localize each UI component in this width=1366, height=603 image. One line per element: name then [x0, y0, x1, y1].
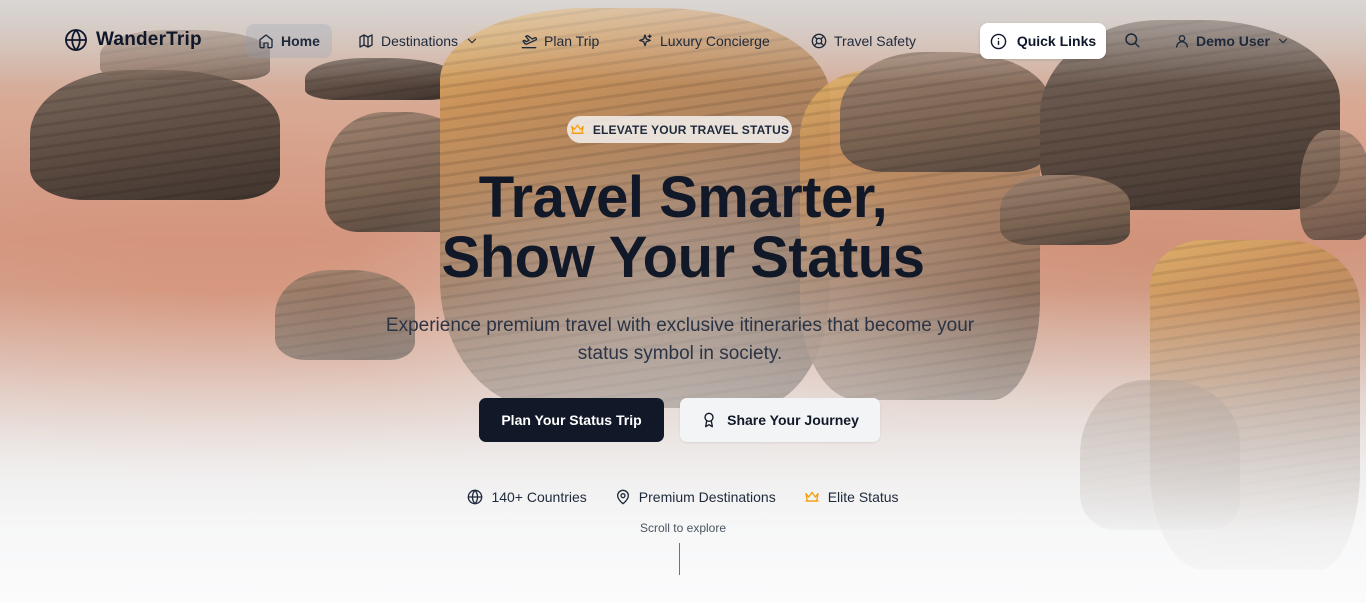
quick-links-label: Quick Links [1016, 33, 1097, 49]
nav-item-plan-trip[interactable]: Plan Trip [509, 24, 611, 58]
nav-item-label: Luxury Concierge [660, 33, 770, 49]
plane-icon [521, 35, 537, 49]
scroll-hint: Scroll to explore [639, 521, 727, 535]
nav-item-label: Plan Trip [544, 33, 600, 49]
crown-icon [805, 491, 819, 502]
hero-subtitle: Experience premium travel with exclusive… [385, 315, 975, 364]
feature-countries: 140+ Countries [467, 489, 587, 505]
user-menu[interactable]: Demo User [1168, 24, 1296, 58]
nav-item-destinations[interactable]: Destinations [346, 24, 491, 58]
plan-status-trip-button[interactable]: Plan Your Status Trip [479, 398, 664, 442]
crown-icon [571, 124, 584, 134]
feature-destinations: Premium Destinations [615, 489, 776, 505]
feature-elite-status: Elite Status [804, 489, 899, 505]
user-icon [1176, 35, 1188, 48]
status-badge: ELEVATE YOUR TRAVEL STATUS [567, 116, 792, 143]
user-name: Demo User [1196, 33, 1270, 49]
info-icon [990, 33, 1007, 49]
feature-label: 140+ Countries [491, 489, 587, 505]
globe-icon [65, 29, 87, 51]
button-label: Plan Your Status Trip [501, 412, 642, 428]
search-icon [1125, 33, 1140, 48]
quick-links-button[interactable]: Quick Links [980, 23, 1106, 59]
feature-label: Premium Destinations [638, 489, 776, 505]
nav-item-luxury-concierge[interactable]: Luxury Concierge [625, 24, 782, 58]
badge-label: ELEVATE YOUR TRAVEL STATUS [592, 122, 790, 137]
map-icon [359, 34, 373, 48]
hero-background-image [0, 0, 1366, 603]
award-icon [704, 412, 714, 428]
chevron-down-icon [467, 38, 477, 44]
feature-list: 140+ Countries Premium Destinations Elit… [0, 489, 1366, 505]
lifebuoy-icon [811, 33, 827, 49]
button-label: Share Your Journey [727, 412, 859, 428]
sparkle-icon [639, 34, 652, 47]
search-button[interactable] [1120, 28, 1144, 52]
share-journey-button[interactable]: Share Your Journey [680, 398, 880, 442]
map-pin-icon [616, 489, 629, 505]
feature-label: Elite Status [827, 489, 899, 505]
top-navbar: WanderTrip Home Destinations Plan Trip L… [0, 0, 1366, 82]
page-title: Travel Smarter, Show Your Status [0, 168, 1366, 288]
nav-item-label: Travel Safety [834, 33, 916, 49]
nav-item-label: Home [281, 33, 320, 49]
chevron-down-icon [1278, 38, 1288, 44]
nav-item-label: Destinations [381, 33, 459, 49]
headline-line-2: Show Your Status [441, 225, 925, 290]
globe-icon [468, 489, 483, 505]
nav-item-home[interactable]: Home [246, 24, 332, 58]
brand-logo[interactable]: WanderTrip [64, 28, 202, 52]
headline-line-1: Travel Smarter, [478, 165, 888, 230]
nav-item-travel-safety[interactable]: Travel Safety [799, 24, 928, 58]
scroll-indicator-line [679, 543, 680, 575]
home-icon [259, 34, 273, 49]
brand-name: WanderTrip [96, 29, 202, 50]
